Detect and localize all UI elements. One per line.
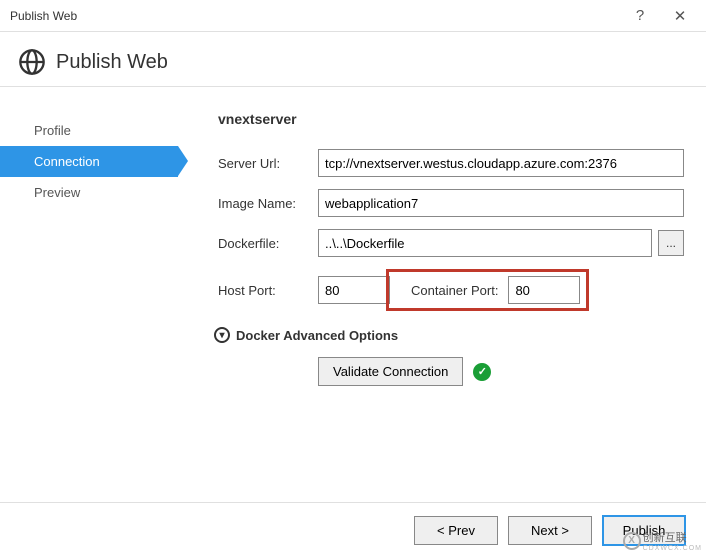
window-title: Publish Web: [10, 9, 620, 23]
host-port-label: Host Port:: [218, 283, 318, 298]
chevron-down-icon: ▾: [214, 327, 230, 343]
sidebar-item-profile[interactable]: Profile: [0, 115, 178, 146]
watermark-logo-icon: X: [623, 532, 641, 550]
server-url-input[interactable]: [318, 149, 684, 177]
container-port-highlight: Container Port:: [386, 269, 589, 311]
check-icon: ✓: [473, 363, 491, 381]
container-port-input[interactable]: [508, 276, 580, 304]
port-row: Host Port: Container Port:: [218, 269, 684, 311]
page-title: Publish Web: [56, 51, 168, 74]
watermark-brand: 创新互联: [643, 529, 702, 545]
image-name-row: Image Name:: [218, 189, 684, 217]
next-button[interactable]: Next >: [508, 516, 592, 545]
server-url-row: Server Url:: [218, 149, 684, 177]
main-area: Profile Connection Preview vnextserver S…: [0, 87, 706, 386]
dockerfile-input[interactable]: [318, 229, 652, 257]
watermark: X 创新互联 CDXWCX.COM: [623, 529, 702, 552]
sidebar-item-connection[interactable]: Connection: [0, 146, 178, 177]
wizard-sidebar: Profile Connection Preview: [0, 111, 178, 386]
profile-name: vnextserver: [218, 111, 684, 127]
image-name-label: Image Name:: [218, 196, 318, 211]
image-name-input[interactable]: [318, 189, 684, 217]
prev-button[interactable]: < Prev: [414, 516, 498, 545]
help-button[interactable]: ?: [620, 1, 660, 31]
server-url-label: Server Url:: [218, 156, 318, 171]
host-port-input[interactable]: [318, 276, 390, 304]
dockerfile-label: Dockerfile:: [218, 236, 318, 251]
close-button[interactable]: ✕: [660, 1, 700, 31]
browse-button[interactable]: ...: [658, 230, 684, 256]
header: Publish Web: [0, 32, 706, 87]
content-panel: vnextserver Server Url: Image Name: Dock…: [178, 111, 706, 386]
validate-connection-button[interactable]: Validate Connection: [318, 357, 463, 386]
advanced-options-toggle[interactable]: ▾ Docker Advanced Options: [214, 327, 684, 343]
container-port-label: Container Port:: [393, 283, 508, 298]
watermark-sub: CDXWCX.COM: [643, 545, 702, 552]
validate-row: Validate Connection ✓: [318, 357, 684, 386]
footer: < Prev Next > Publish X 创新互联 CDXWCX.COM: [0, 502, 706, 558]
advanced-options-label: Docker Advanced Options: [236, 328, 398, 343]
dockerfile-row: Dockerfile: ...: [218, 229, 684, 257]
titlebar: Publish Web ? ✕: [0, 0, 706, 32]
globe-icon: [18, 48, 46, 76]
sidebar-item-preview[interactable]: Preview: [0, 177, 178, 208]
